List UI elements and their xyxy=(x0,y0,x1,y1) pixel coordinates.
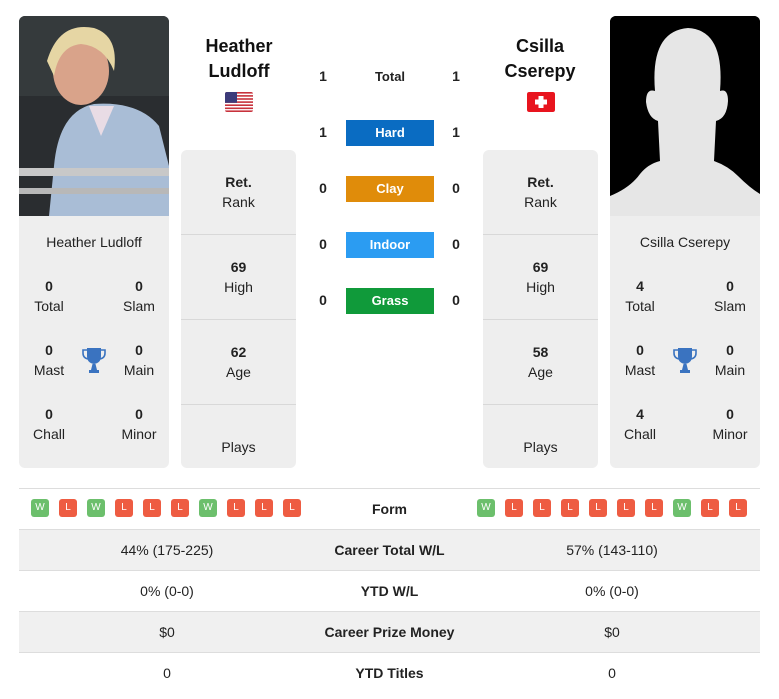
form-badge-win[interactable]: W xyxy=(477,499,495,517)
h2h-right-value: 1 xyxy=(452,124,460,140)
h2h-left-value: 0 xyxy=(319,180,327,196)
form-row: WLWLLLWLLL Form WLLLLLLWLL xyxy=(19,489,760,530)
form-badge-loss[interactable]: L xyxy=(701,499,719,517)
player-photo-image xyxy=(19,16,169,216)
form-badge-loss[interactable]: L xyxy=(533,499,551,517)
left-value: 44% (175-225) xyxy=(120,542,214,558)
player-photo-left xyxy=(19,16,169,216)
left-value: 0% (0-0) xyxy=(140,583,194,599)
trophy-icon xyxy=(82,348,106,373)
surface-badge-grass[interactable]: Grass xyxy=(346,288,434,314)
titles-chall-right: 4 Chall xyxy=(624,406,656,442)
form-badge-win[interactable]: W xyxy=(87,499,105,517)
form-badge-loss[interactable]: L xyxy=(255,499,273,517)
plays-right: Plays xyxy=(523,439,558,455)
h2h-row-indoor: 0 Indoor 0 xyxy=(310,232,470,258)
right-value: $0 xyxy=(604,624,620,640)
left-value: $0 xyxy=(159,624,175,640)
form-badges-left: WLWLLLWLLL xyxy=(31,499,301,517)
surface-badge-clay[interactable]: Clay xyxy=(346,176,434,202)
h2h-right-value: 0 xyxy=(452,180,460,196)
table-row-ytd-wl: 0% (0-0) YTD W/L 0% (0-0) xyxy=(19,571,760,612)
swiss-flag-icon xyxy=(527,92,555,112)
table-row-career-total-wl: 44% (175-225) Career Total W/L 57% (143-… xyxy=(19,530,760,571)
h2h-surface-label: Total xyxy=(374,69,406,84)
form-badges-right: WLLLLLLWLL xyxy=(477,499,747,517)
surface-badge-indoor[interactable]: Indoor xyxy=(346,232,434,258)
titles-slam-right: 0 Slam xyxy=(714,278,746,314)
rank-left: Ret. Rank xyxy=(181,150,296,235)
player-titles-card-left: Heather Ludloff 0 Total 0 Slam 0 Mast 0 Main… xyxy=(19,216,169,468)
form-badge-win[interactable]: W xyxy=(199,499,217,517)
row-label: Career Prize Money xyxy=(324,624,455,640)
h2h-row-hard: 1 Hard 1 xyxy=(310,120,470,146)
trophy-icon xyxy=(673,348,697,373)
titles-minor-left: 0 Minor xyxy=(121,406,157,442)
player-info-card-left: Ret. Rank 69 High 62 Age Plays xyxy=(181,150,296,468)
titles-slam-left: 0 Slam xyxy=(123,278,155,314)
titles-main-right: 0 Main xyxy=(714,342,746,378)
surface-badge-hard[interactable]: Hard xyxy=(346,120,434,146)
player-photo-right xyxy=(610,16,760,216)
form-badge-loss[interactable]: L xyxy=(171,499,189,517)
titles-total-left: 0 Total xyxy=(34,278,64,314)
h2h-right-value: 0 xyxy=(452,292,460,308)
row-label: YTD W/L xyxy=(360,583,419,599)
high-rank-right: 69 High xyxy=(483,235,598,320)
form-badge-loss[interactable]: L xyxy=(561,499,579,517)
form-badge-loss[interactable]: L xyxy=(589,499,607,517)
h2h-left-value: 1 xyxy=(319,124,327,140)
h2h-left-value: 0 xyxy=(319,236,327,252)
form-badge-win[interactable]: W xyxy=(673,499,691,517)
h2h-row-clay: 0 Clay 0 xyxy=(310,176,470,202)
h2h-left-value: 0 xyxy=(319,292,327,308)
titles-chall-left: 0 Chall xyxy=(33,406,65,442)
h2h-row-grass: 0 Grass 0 xyxy=(310,288,470,314)
row-label: Career Total W/L xyxy=(334,542,445,558)
player-heading-right[interactable]: Csilla Cserepy xyxy=(475,34,605,84)
form-badge-loss[interactable]: L xyxy=(59,499,77,517)
plays-left: Plays xyxy=(221,439,256,455)
left-value: 0 xyxy=(163,665,171,681)
h2h-row-total: 1 Total 1 xyxy=(310,64,470,90)
form-label: Form xyxy=(372,501,407,517)
form-badge-loss[interactable]: L xyxy=(505,499,523,517)
player-name-right: Csilla Cserepy xyxy=(639,234,731,250)
titles-total-right: 4 Total xyxy=(625,278,655,314)
form-badge-loss[interactable]: L xyxy=(283,499,301,517)
table-row-career-prize-money: $0 Career Prize Money $0 xyxy=(19,612,760,653)
right-value: 0 xyxy=(608,665,616,681)
player-titles-card-right: Csilla Cserepy 4 Total 0 Slam 0 Mast 0 Main … xyxy=(610,216,760,468)
us-flag-icon xyxy=(225,92,253,112)
form-badge-loss[interactable]: L xyxy=(729,499,747,517)
row-label: YTD Titles xyxy=(355,665,424,681)
right-value: 57% (143-110) xyxy=(566,542,658,558)
rank-right: Ret. Rank xyxy=(483,150,598,235)
titles-main-left: 0 Main xyxy=(123,342,155,378)
age-left: 62 Age xyxy=(181,320,296,405)
titles-minor-right: 0 Minor xyxy=(712,406,748,442)
h2h-left-value: 1 xyxy=(319,68,327,84)
form-badge-loss[interactable]: L xyxy=(645,499,663,517)
h2h-right-value: 0 xyxy=(452,236,460,252)
form-badge-loss[interactable]: L xyxy=(227,499,245,517)
player-heading-left[interactable]: Heather Ludloff xyxy=(174,34,304,84)
form-badge-win[interactable]: W xyxy=(31,499,49,517)
form-badge-loss[interactable]: L xyxy=(143,499,161,517)
age-right: 58 Age xyxy=(483,320,598,405)
avatar-silhouette-icon xyxy=(610,16,760,216)
form-badge-loss[interactable]: L xyxy=(115,499,133,517)
high-rank-left: 69 High xyxy=(181,235,296,320)
titles-mast-left: 0 Mast xyxy=(33,342,65,378)
h2h-right-value: 1 xyxy=(452,68,460,84)
player-name-left: Heather Ludloff xyxy=(46,234,142,250)
player-info-card-right: Ret. Rank 69 High 58 Age Plays xyxy=(483,150,598,468)
right-value: 0% (0-0) xyxy=(585,583,639,599)
titles-mast-right: 0 Mast xyxy=(624,342,656,378)
form-badge-loss[interactable]: L xyxy=(617,499,635,517)
table-row-ytd-titles: 0 YTD Titles 0 xyxy=(19,653,760,694)
